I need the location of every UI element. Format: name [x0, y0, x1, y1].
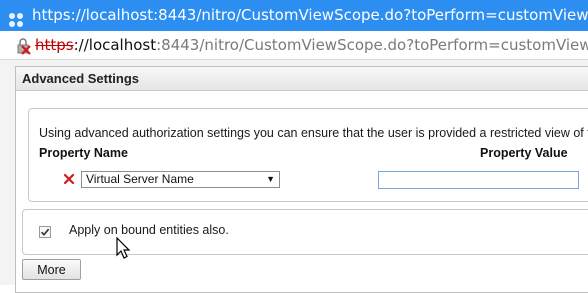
dialog-title: Advanced Settings — [16, 67, 588, 91]
insecure-lock-icon[interactable] — [15, 36, 33, 55]
property-name-header: Property Name — [39, 146, 128, 160]
url-text[interactable]: https://localhost:8443/nitro/CustomViewS… — [35, 31, 588, 59]
url-scheme: https — [35, 36, 74, 54]
url-path: :8443/nitro/CustomViewScope.do?toPerform… — [156, 36, 588, 54]
address-bar[interactable]: https://localhost:8443/nitro/CustomViewS… — [0, 31, 588, 60]
apply-bound-checkbox[interactable] — [39, 226, 51, 238]
mouse-cursor-icon — [116, 236, 132, 261]
app-icon — [8, 8, 24, 27]
apply-bound-label[interactable]: Apply on bound entities also. — [69, 223, 229, 237]
url-host: ://localhost — [73, 36, 157, 54]
window-title-bar: https://localhost:8443/nitro/CustomViewS… — [0, 0, 588, 31]
dropdown-arrow-icon: ▼ — [266, 174, 275, 184]
window-title: https://localhost:8443/nitro/CustomViewS… — [32, 6, 588, 24]
property-value-header: Property Value — [480, 146, 568, 160]
description-text: Using advanced authorization settings yo… — [39, 126, 588, 140]
property-name-select[interactable]: Virtual Server Name ▼ — [81, 171, 280, 188]
property-value-input[interactable] — [378, 171, 579, 189]
property-name-selected: Virtual Server Name — [86, 172, 194, 186]
remove-row-icon[interactable] — [62, 171, 76, 185]
more-button[interactable]: More — [22, 259, 81, 280]
